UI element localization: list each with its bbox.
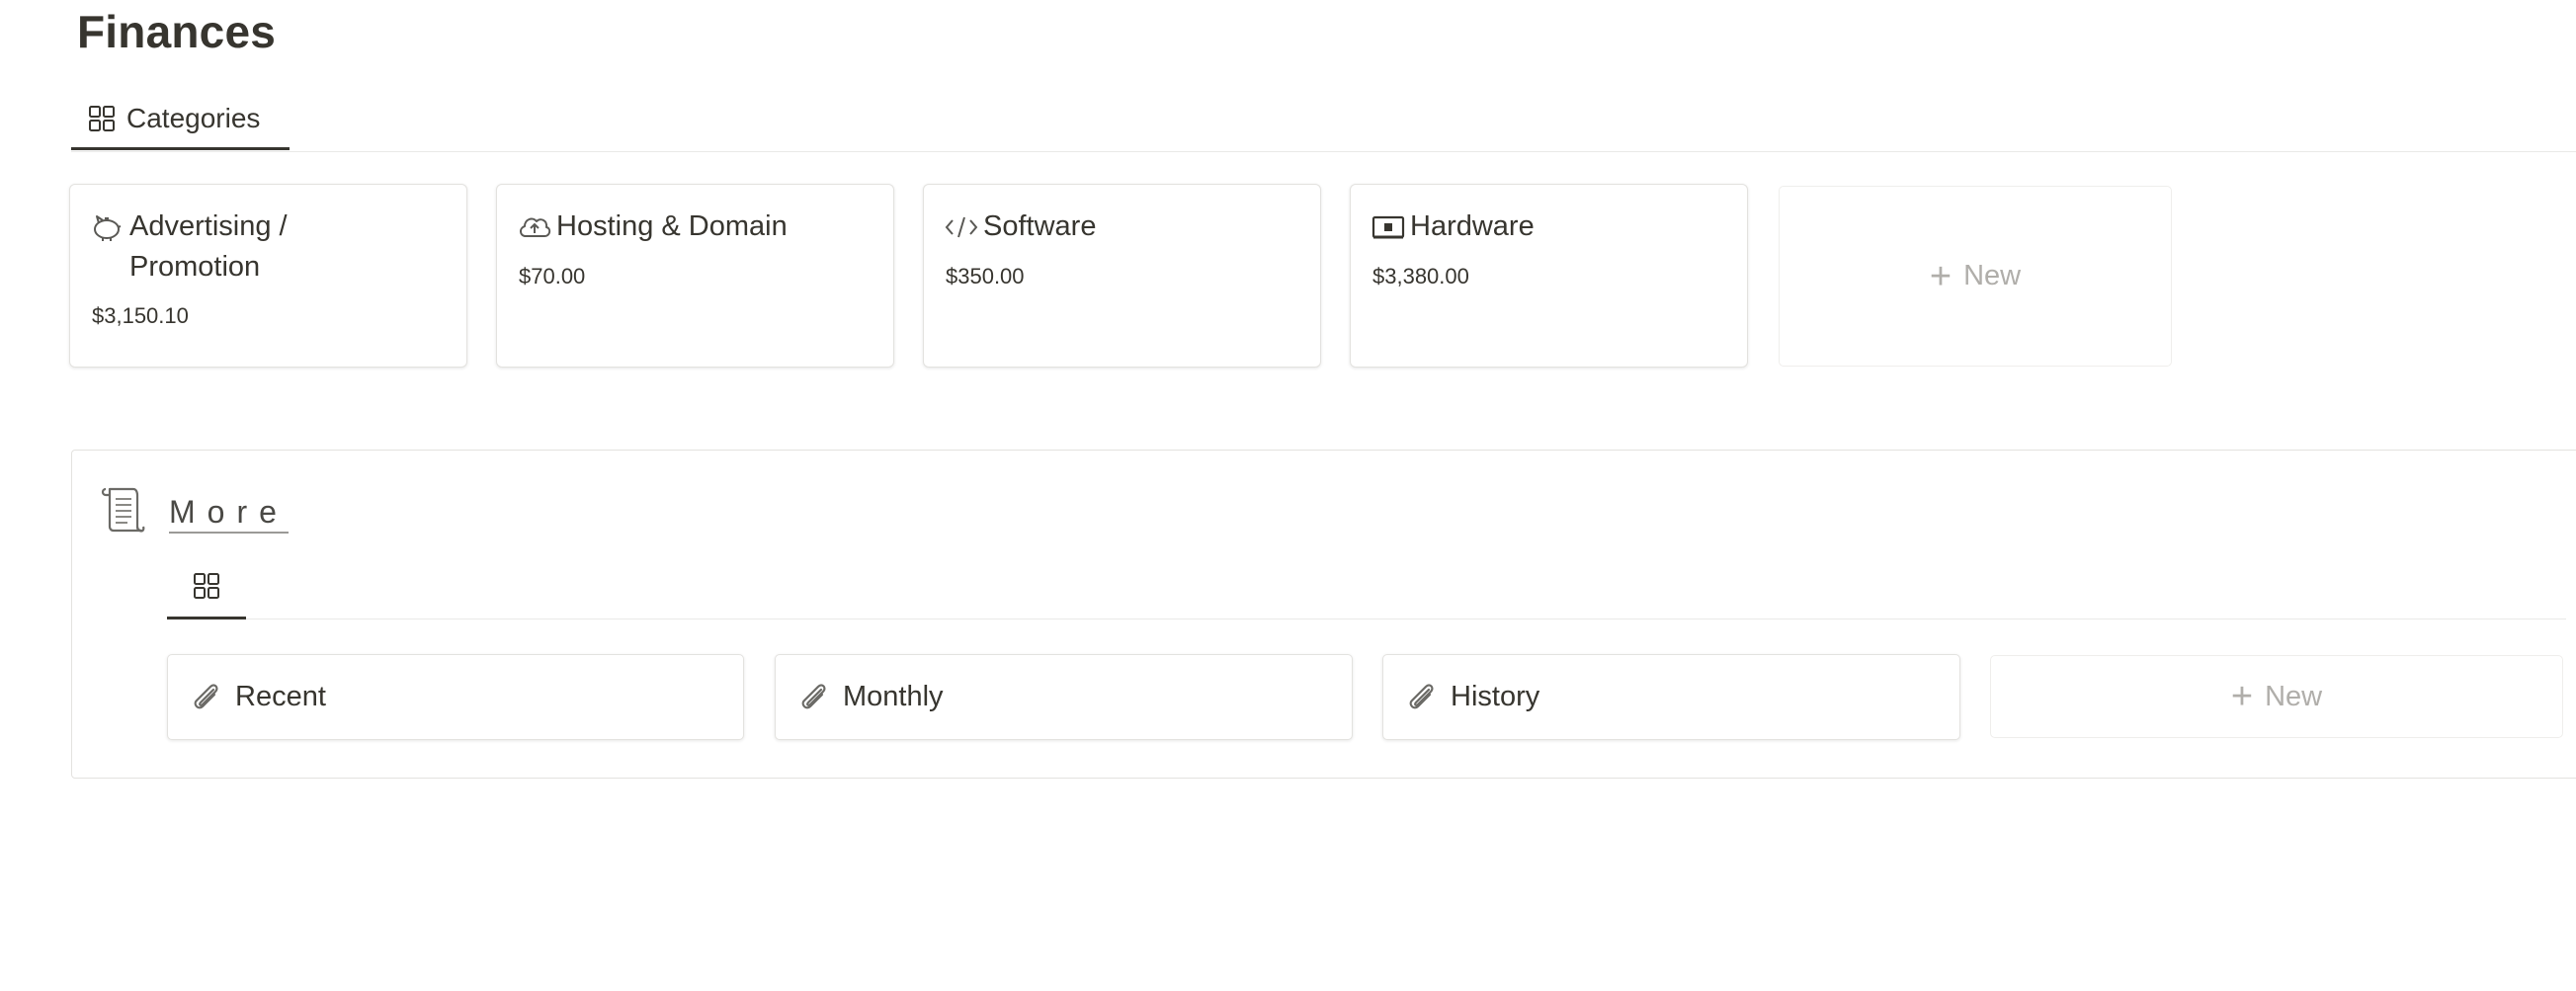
more-view-tabs <box>167 559 2566 619</box>
category-card-hardware[interactable]: Hardware $3,380.00 <box>1350 184 1748 368</box>
new-label: New <box>2265 680 2323 712</box>
more-title[interactable]: More <box>169 492 289 534</box>
code-icon <box>944 206 983 247</box>
link-label: Monthly <box>843 681 944 712</box>
link-card-history[interactable]: History <box>1382 654 1960 740</box>
tab-categories[interactable]: Categories <box>71 89 290 150</box>
monitor-icon <box>1371 206 1410 247</box>
card-amount: $350.00 <box>946 264 1025 289</box>
page-title: Finances <box>77 6 277 57</box>
link-card-monthly[interactable]: Monthly <box>775 654 1353 740</box>
piggy-bank-icon <box>90 206 129 247</box>
card-amount: $70.00 <box>519 264 586 289</box>
cloud-upload-icon <box>517 206 556 247</box>
new-category-button[interactable]: + New <box>1779 186 2172 367</box>
new-link-button[interactable]: + New <box>1990 655 2563 738</box>
card-title-line: Promotion <box>129 251 261 283</box>
plus-icon: + <box>2230 676 2254 717</box>
paperclip-icon <box>188 680 223 715</box>
card-title-line: Advertising / <box>129 210 288 242</box>
new-label: New <box>1963 260 2022 291</box>
tab-label: Categories <box>126 102 261 133</box>
card-amount: $3,150.10 <box>92 303 189 328</box>
card-title-text: Hardware <box>1410 210 1535 242</box>
card-title: Software <box>944 206 1304 247</box>
category-card-software[interactable]: Software $350.00 <box>923 184 1321 368</box>
card-title: Advertising / Promotion <box>90 206 451 288</box>
card-title-text: Software <box>983 210 1097 242</box>
gallery-grid-icon <box>87 104 117 133</box>
link-label: History <box>1451 681 1540 712</box>
more-section: More Recent Monthly History + New <box>71 450 2576 779</box>
card-amount: $3,380.00 <box>1372 264 1469 289</box>
link-label: Recent <box>235 681 326 712</box>
view-tabs: Categories <box>71 89 2576 152</box>
tab-gallery[interactable] <box>167 559 246 619</box>
card-title: Hardware <box>1371 206 1731 247</box>
gallery-grid-icon <box>192 571 221 606</box>
paperclip-icon <box>795 680 831 715</box>
link-card-recent[interactable]: Recent <box>167 654 744 740</box>
category-card-advertising[interactable]: Advertising / Promotion $3,150.10 <box>69 184 467 368</box>
category-card-hosting[interactable]: Hosting & Domain $70.00 <box>496 184 894 368</box>
card-title: Hosting & Domain <box>517 206 877 247</box>
plus-icon: + <box>1929 255 1953 297</box>
scroll-icon <box>100 485 147 539</box>
card-title-text: Hosting & Domain <box>556 210 788 242</box>
paperclip-icon <box>1403 680 1439 715</box>
